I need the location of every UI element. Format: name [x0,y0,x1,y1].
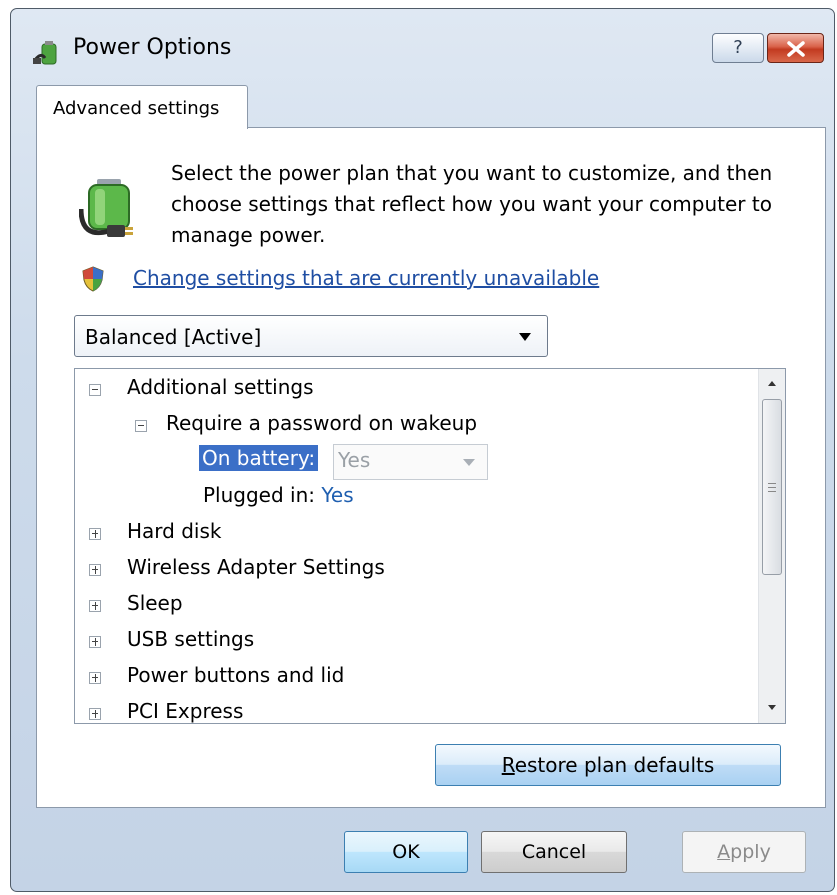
expand-icon[interactable] [89,672,101,684]
change-settings-link[interactable]: Change settings that are currently unava… [133,266,599,290]
power-options-window: Power Options ? Advanced settings Select… [10,8,835,892]
grip-line [768,483,776,484]
chevron-down-icon [519,333,531,341]
vertical-scrollbar[interactable] [758,369,785,723]
help-button[interactable]: ? [712,33,764,63]
restore-mnemonic: R [501,753,515,777]
restore-plan-defaults-button[interactable]: Restore plan defaults [435,744,781,786]
expand-icon[interactable] [89,708,101,720]
advanced-settings-panel: Select the power plan that you want to c… [36,127,826,808]
uac-shield-icon [82,266,104,292]
settings-tree[interactable]: Additional settings Require a password o… [74,368,786,724]
close-button[interactable] [767,33,824,63]
scroll-up-button[interactable] [759,369,785,397]
apply-label: pply [730,841,771,863]
chevron-down-icon [463,459,475,466]
restore-label: estore plan defaults [514,753,715,777]
grip-line [768,487,776,488]
tree-item-hard-disk[interactable]: Hard disk [127,519,221,543]
tree-item-usb-settings[interactable]: USB settings [127,627,254,651]
tab-advanced-settings[interactable]: Advanced settings [36,85,248,129]
apply-button[interactable]: Apply [682,831,806,873]
on-battery-label[interactable]: On battery: [199,445,319,471]
grip-line [768,491,776,492]
expand-icon[interactable] [89,636,101,648]
tree-item-sleep[interactable]: Sleep [127,591,183,615]
tree-item-power-buttons[interactable]: Power buttons and lid [127,663,344,687]
ok-button[interactable]: OK [344,831,468,873]
expand-icon[interactable] [89,528,101,540]
scroll-down-button[interactable] [759,695,785,723]
collapse-icon[interactable] [89,384,101,396]
tree-item-pci-express[interactable]: PCI Express [127,699,243,723]
scroll-thumb[interactable] [762,399,782,575]
power-options-icon [33,41,57,65]
tree-item-require-password[interactable]: Require a password on wakeup [166,411,477,435]
apply-mnemonic: A [717,841,731,863]
tree-item-wireless-adapter[interactable]: Wireless Adapter Settings [127,555,385,579]
arrow-up-icon [768,381,776,386]
plugged-in-setting[interactable]: Plugged in: Yes [203,483,354,507]
arrow-down-icon [768,705,776,710]
battery-plug-icon [79,179,133,237]
window-title: Power Options [73,35,232,60]
instruction-text: Select the power plan that you want to c… [171,161,773,247]
close-icon [787,41,805,57]
plugged-in-label: Plugged in: [203,483,316,507]
title-bar[interactable]: Power Options ? [11,9,834,75]
power-plan-value: Balanced [Active] [85,325,262,349]
tree-item-additional-settings[interactable]: Additional settings [127,375,314,399]
on-battery-value: Yes [338,448,371,472]
expand-icon[interactable] [89,564,101,576]
cancel-button[interactable]: Cancel [481,831,627,873]
expand-icon[interactable] [89,600,101,612]
power-plan-dropdown[interactable]: Balanced [Active] [74,315,548,357]
plugged-in-value: Yes [321,483,354,507]
collapse-icon[interactable] [135,420,147,432]
on-battery-dropdown[interactable]: Yes [333,444,488,480]
